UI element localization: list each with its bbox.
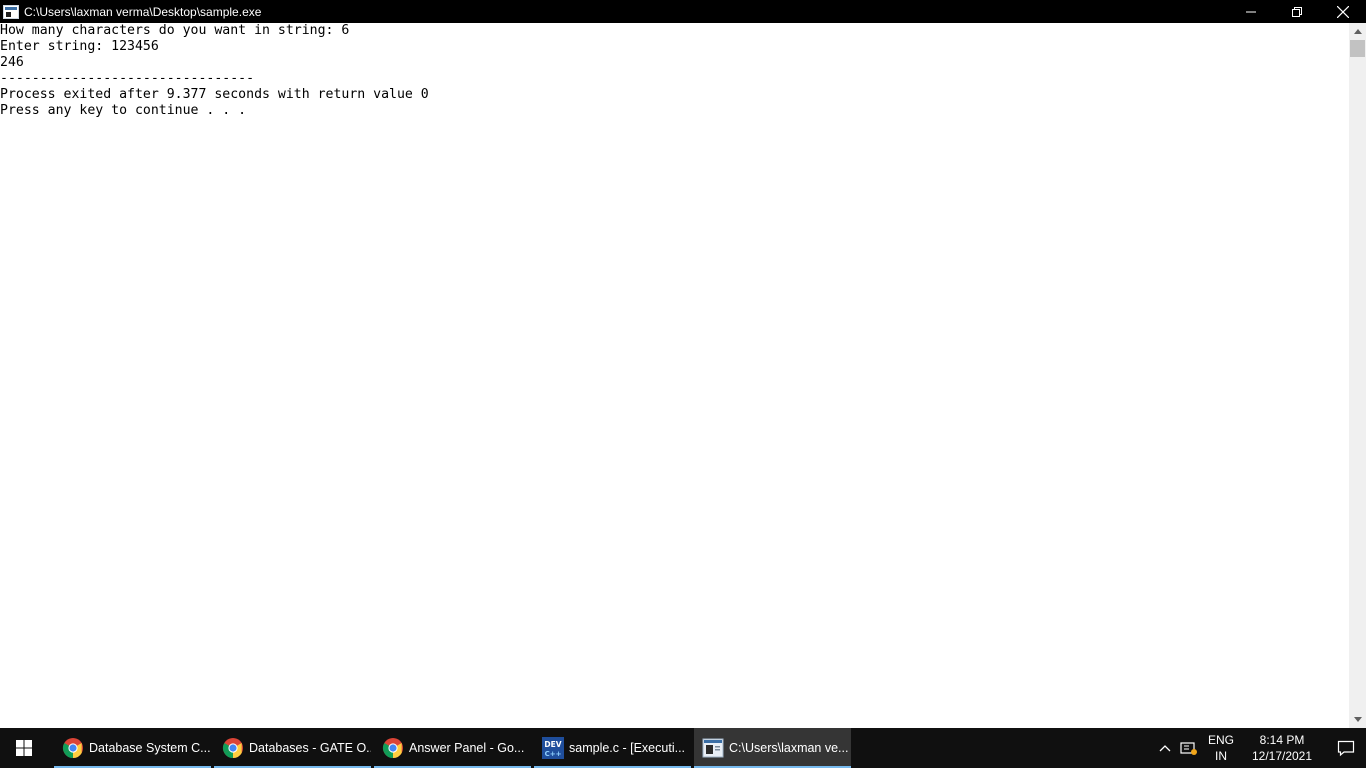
region-code: IN <box>1215 749 1227 763</box>
clock[interactable]: 8:14 PM 12/17/2021 <box>1244 732 1320 764</box>
window-title-bar[interactable]: C:\Users\laxman verma\Desktop\sample.exe <box>0 0 1366 23</box>
start-button[interactable] <box>0 728 48 768</box>
restore-icon <box>1292 6 1302 17</box>
window-controls <box>1228 0 1366 23</box>
language-indicator[interactable]: ENG IN <box>1204 732 1238 764</box>
scroll-down-button[interactable] <box>1349 711 1366 728</box>
chevron-up-icon <box>1353 29 1362 34</box>
clock-time: 8:14 PM <box>1259 733 1305 747</box>
clock-date: 12/17/2021 <box>1251 749 1313 763</box>
taskbar-item-answer-panel[interactable]: Answer Panel - Go... <box>374 728 531 768</box>
restore-button[interactable] <box>1274 0 1320 23</box>
scroll-thumb[interactable] <box>1350 40 1365 57</box>
console-line: How many characters do you want in strin… <box>0 23 350 38</box>
console-output[interactable]: How many characters do you want in strin… <box>0 23 1349 728</box>
close-icon <box>1337 5 1349 18</box>
console-icon <box>702 738 724 758</box>
console-window-icon <box>3 4 19 19</box>
chevron-down-icon <box>1353 717 1362 722</box>
taskbar-item-databases-gate[interactable]: Databases - GATE O... <box>214 728 371 768</box>
action-center-button[interactable] <box>1326 739 1366 757</box>
close-button[interactable] <box>1320 0 1366 23</box>
console-line: Enter string: 123456 <box>0 39 159 54</box>
console-line: -------------------------------- <box>0 71 255 86</box>
input-indicator-button[interactable] <box>1176 740 1202 756</box>
taskbar: Database System C... Databases - GATE O.… <box>0 728 1366 768</box>
console-line: Press any key to continue . . . <box>0 103 247 118</box>
language-code: ENG <box>1207 733 1234 747</box>
taskbar-item-database-system[interactable]: Database System C... <box>54 728 211 768</box>
console-line: Process exited after 9.377 seconds with … <box>0 87 429 102</box>
system-tray: ENG IN 8:14 PM 12/17/2021 <box>1154 728 1366 768</box>
console-line: 246 <box>0 55 24 70</box>
show-hidden-icons-button[interactable] <box>1154 744 1176 752</box>
chrome-icon <box>62 738 83 759</box>
minimize-icon <box>1246 11 1256 12</box>
chrome-icon <box>222 738 243 759</box>
windows-logo-icon <box>16 740 32 756</box>
taskbar-item-dev-cpp[interactable]: DEV C++ sample.c - [Executi... <box>534 728 691 768</box>
taskbar-item-label: Answer Panel - Go... <box>409 741 525 755</box>
minimize-button[interactable] <box>1228 0 1274 23</box>
dev-cpp-icon: DEV C++ <box>542 737 564 759</box>
keyboard-screen-icon <box>1180 742 1197 755</box>
vertical-scrollbar[interactable] <box>1349 23 1366 728</box>
svg-text:DEV: DEV <box>544 740 561 749</box>
window-title: C:\Users\laxman verma\Desktop\sample.exe <box>24 4 262 19</box>
taskbar-item-console-active[interactable]: C:\Users\laxman ve... <box>694 728 851 768</box>
taskbar-item-label: Databases - GATE O... <box>249 741 371 755</box>
taskbar-item-label: C:\Users\laxman ve... <box>729 741 849 755</box>
taskbar-item-label: sample.c - [Executi... <box>569 741 686 755</box>
notification-icon <box>1337 740 1355 757</box>
scroll-up-button[interactable] <box>1349 23 1366 40</box>
chevron-up-icon <box>1159 745 1171 752</box>
taskbar-item-label: Database System C... <box>89 741 211 755</box>
chrome-icon <box>382 738 403 759</box>
svg-text:C++: C++ <box>545 750 562 758</box>
